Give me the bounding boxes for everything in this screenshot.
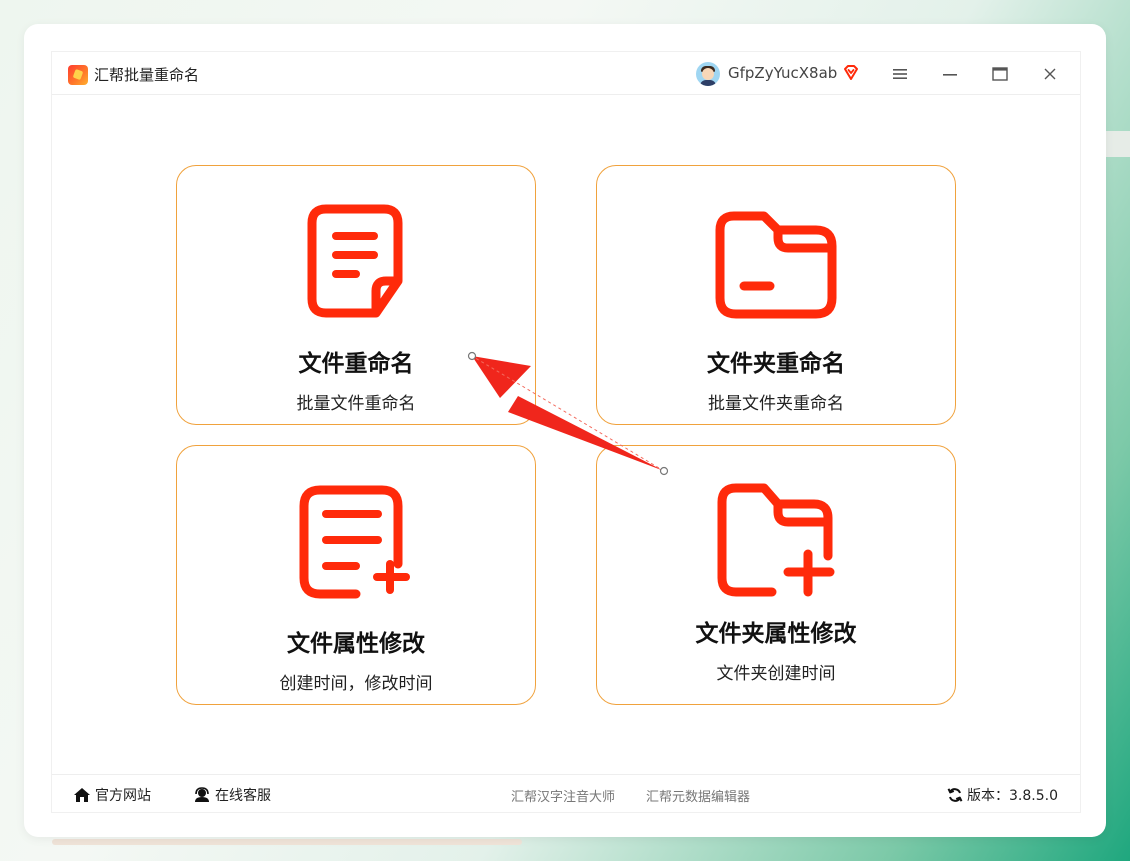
home-icon (74, 788, 90, 802)
card-subtitle: 文件夹创建时间 (716, 664, 836, 684)
minimize-icon (943, 74, 957, 76)
hamburger-icon (893, 69, 907, 79)
card-file-rename[interactable]: 文件重命名 批量文件重命名 (176, 165, 536, 425)
file-document-icon (177, 203, 535, 319)
official-website-link[interactable]: 官方网站 (73, 785, 151, 805)
app-content: 汇帮批量重命名 GfpZyYucX8ab 文件重命名 批量文件重命名 文件夹重命… (51, 51, 1081, 813)
file-add-icon (177, 484, 535, 600)
menu-button[interactable] (885, 60, 915, 88)
app-logo-icon (68, 65, 88, 85)
card-title: 文件重命名 (298, 351, 414, 377)
official-website-label: 官方网站 (95, 788, 151, 804)
avatar-body (700, 80, 716, 86)
refresh-icon (947, 788, 963, 802)
maximize-icon (992, 67, 1008, 81)
card-subtitle: 批量文件重命名 (296, 394, 416, 414)
pinyin-master-link[interactable]: 汇帮汉字注音大师 (511, 786, 615, 805)
version-info[interactable]: 版本：3.8.5.0 (947, 785, 1058, 805)
background-strip (1105, 131, 1130, 157)
online-support-link[interactable]: 在线客服 (193, 785, 271, 805)
username[interactable]: GfpZyYucX8ab (728, 64, 837, 82)
card-folder-rename[interactable]: 文件夹重命名 批量文件夹重命名 (596, 165, 956, 425)
folder-icon (597, 210, 955, 320)
metadata-editor-link[interactable]: 汇帮元数据编辑器 (646, 786, 750, 805)
card-file-attributes[interactable]: 文件属性修改 创建时间，修改时间 (176, 445, 536, 705)
card-subtitle: 创建时间，修改时间 (279, 674, 433, 694)
card-title: 文件夹重命名 (707, 351, 845, 377)
background-shadow (52, 839, 522, 845)
avatar-face (702, 68, 714, 80)
maximize-button[interactable] (985, 60, 1015, 88)
customer-service-icon (195, 787, 209, 802)
online-support-label: 在线客服 (215, 788, 271, 804)
title-bar: 汇帮批量重命名 GfpZyYucX8ab (52, 52, 1080, 95)
app-window: 汇帮批量重命名 GfpZyYucX8ab 文件重命名 批量文件重命名 文件夹重命… (24, 24, 1106, 837)
card-folder-attributes[interactable]: 文件夹属性修改 文件夹创建时间 (596, 445, 956, 705)
card-title: 文件夹属性修改 (695, 621, 857, 647)
vip-diamond-icon[interactable] (842, 64, 860, 82)
close-icon (1044, 68, 1056, 80)
minimize-button[interactable] (935, 60, 965, 88)
folder-add-icon (597, 482, 955, 598)
card-title: 文件属性修改 (287, 631, 425, 657)
card-subtitle: 批量文件夹重命名 (708, 394, 844, 414)
close-button[interactable] (1035, 60, 1065, 88)
version-label: 版本：3.8.5.0 (967, 788, 1058, 804)
app-title: 汇帮批量重命名 (94, 66, 200, 84)
footer-bar: 官方网站 在线客服 汇帮汉字注音大师 汇帮元数据编辑器 版本：3.8.5.0 (52, 774, 1080, 813)
user-avatar[interactable] (696, 62, 720, 86)
